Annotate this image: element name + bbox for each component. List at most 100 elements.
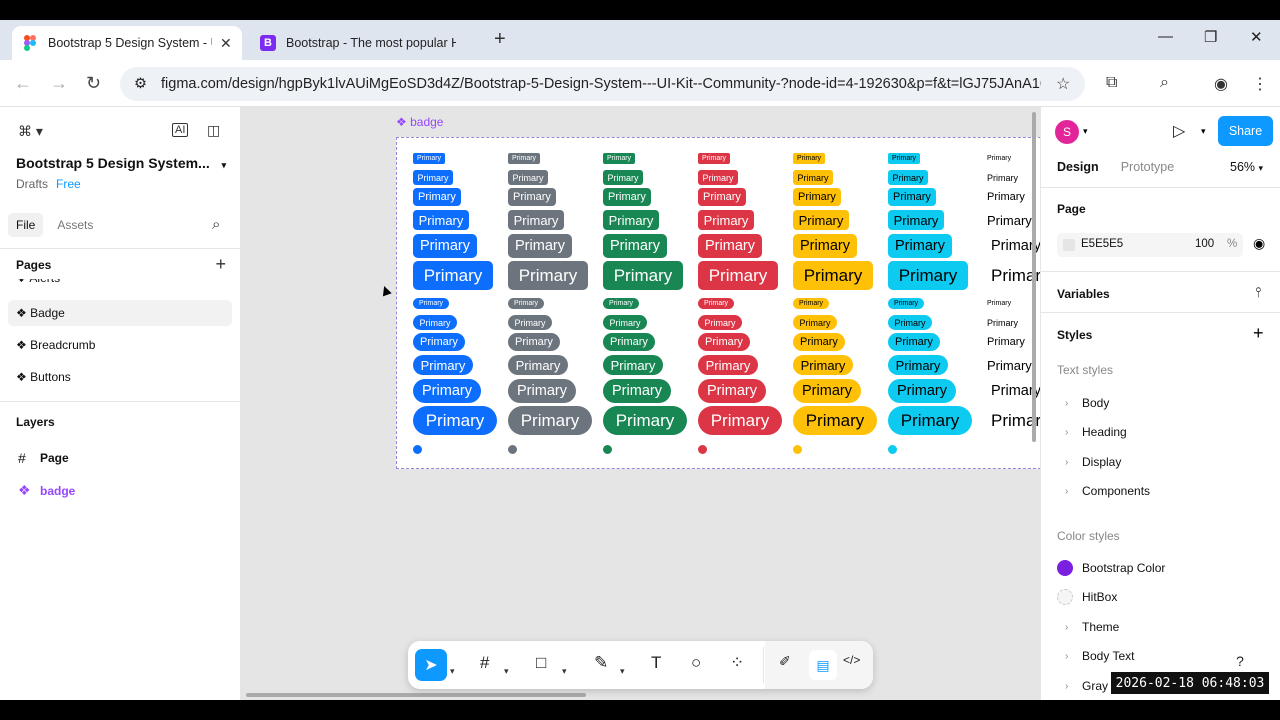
badge-primary[interactable]: Primary: [698, 261, 778, 290]
restore-icon[interactable]: ❐: [1204, 28, 1217, 46]
badge-primary[interactable]: Primary: [508, 170, 548, 185]
badge-primary[interactable]: Primary: [508, 188, 556, 206]
search-icon[interactable]: ⌕: [212, 216, 220, 233]
badge-primary[interactable]: Primary: [413, 333, 465, 351]
rectangle-icon[interactable]: □: [536, 653, 546, 673]
badge-primary[interactable]: Primary: [888, 333, 940, 351]
badge-primary[interactable]: Primary: [603, 170, 643, 185]
present-play-icon[interactable]: ▷: [1173, 121, 1185, 141]
comment-icon[interactable]: ○: [691, 653, 701, 673]
tab-design[interactable]: Design: [1057, 160, 1099, 174]
badge-primary[interactable]: Primary: [985, 188, 1033, 206]
back-icon[interactable]: ←: [14, 73, 32, 94]
project-name[interactable]: Bootstrap 5 Design System... ▾: [16, 155, 226, 171]
badge-primary[interactable]: Primary: [413, 170, 453, 185]
badge-primary[interactable]: Primary: [888, 188, 936, 206]
fill-hex[interactable]: E5E5E5: [1081, 238, 1123, 250]
badge-primary[interactable]: Primary: [413, 379, 481, 403]
badge-primary[interactable]: Primary: [888, 261, 968, 290]
badge-primary[interactable]: Primary: [413, 406, 497, 435]
badge-primary[interactable]: Primary: [413, 188, 461, 206]
page-item-buttons[interactable]: ❖ Buttons: [8, 364, 232, 390]
add-page-icon[interactable]: +: [215, 254, 226, 275]
badge-primary[interactable]: Primary: [888, 153, 920, 164]
move-icon[interactable]: ➤: [415, 649, 447, 681]
badge-primary[interactable]: Primary: [888, 298, 924, 309]
badge-primary[interactable]: Primary: [603, 406, 687, 435]
frame-icon[interactable]: #: [480, 653, 489, 673]
chevron-down-icon[interactable]: ▾: [620, 666, 625, 676]
vertical-scrollbar[interactable]: [1032, 112, 1036, 442]
share-button[interactable]: Share: [1218, 116, 1273, 146]
canvas[interactable]: ❖ badge Primary Primary Primary Primary Prim…: [241, 107, 1040, 700]
color-style-bootstrap[interactable]: Bootstrap Color: [1057, 560, 1165, 576]
new-tab-icon[interactable]: +: [494, 28, 506, 51]
badge-primary[interactable]: Primary: [413, 153, 445, 164]
badge-primary[interactable]: Primary: [603, 333, 655, 351]
ai-icon[interactable]: AI: [172, 123, 189, 137]
badge-primary[interactable]: Primary: [793, 234, 857, 258]
color-style-hitbox[interactable]: HitBox: [1057, 589, 1117, 605]
page-item-badge[interactable]: ❖ Badge: [8, 300, 232, 326]
badge-primary[interactable]: Primary: [508, 210, 564, 230]
badge-primary[interactable]: Primary: [508, 406, 592, 435]
fill-opacity[interactable]: 100: [1195, 238, 1214, 250]
layer-page[interactable]: # Page: [18, 450, 69, 466]
badge-frame[interactable]: Primary Primary Primary Primary Primary Prima…: [396, 137, 1040, 469]
toggle-sidebar-icon[interactable]: ◫: [207, 122, 220, 139]
badge-primary[interactable]: Primary: [888, 406, 972, 435]
figma-menu-icon[interactable]: ⌘ ▾: [18, 123, 43, 140]
zoom-dropdown[interactable]: 56% ▾: [1230, 160, 1263, 174]
tab-search-icon[interactable]: ⌕: [1160, 74, 1169, 92]
dev-mode-icon[interactable]: </>: [843, 653, 860, 667]
badge-primary[interactable]: Primary: [603, 315, 647, 330]
badge-primary[interactable]: Primary: [603, 298, 639, 309]
badge-primary[interactable]: Primary: [603, 355, 663, 375]
close-tab-icon[interactable]: ✕: [220, 35, 232, 52]
tab-bootstrap[interactable]: B Bootstrap - The most popular H: [250, 26, 482, 60]
badge-primary[interactable]: Primary: [413, 234, 477, 258]
badge-primary[interactable]: Primary: [985, 170, 1025, 185]
badge-primary[interactable]: Primary: [508, 355, 568, 375]
badge-primary[interactable]: Primary: [888, 355, 948, 375]
extensions-icon[interactable]: ⧉: [1106, 74, 1117, 92]
badge-primary[interactable]: Primary: [888, 379, 956, 403]
badge-primary[interactable]: Primary: [603, 210, 659, 230]
badge-primary[interactable]: Primary: [985, 153, 1017, 164]
address-bar[interactable]: ⚙ figma.com/design/hgpByk1lvAUiMgEoSD3d4…: [120, 67, 1085, 101]
bookmark-star-icon[interactable]: ☆: [1056, 74, 1070, 94]
badge-primary[interactable]: Primary: [413, 298, 449, 309]
add-style-icon[interactable]: +: [1253, 323, 1264, 344]
draw-icon[interactable]: ✐: [779, 653, 791, 670]
text-icon[interactable]: T: [651, 653, 661, 673]
badge-primary[interactable]: Primary: [413, 355, 473, 375]
badge-primary[interactable]: Primary: [793, 210, 849, 230]
badge-primary[interactable]: Primary: [793, 188, 841, 206]
badge-primary[interactable]: Primary: [793, 298, 829, 309]
badge-primary[interactable]: Primary: [698, 406, 782, 435]
badge-primary[interactable]: Primary: [793, 406, 877, 435]
text-style-display[interactable]: › Display: [1065, 455, 1121, 469]
badge-primary[interactable]: Primary: [508, 298, 544, 309]
chevron-down-icon[interactable]: ▾: [450, 666, 455, 676]
text-style-components[interactable]: › Components: [1065, 484, 1150, 498]
badge-primary[interactable]: Primary: [698, 333, 750, 351]
chevron-down-icon[interactable]: ▾: [222, 160, 227, 170]
text-style-heading[interactable]: › Heading: [1065, 425, 1127, 439]
badge-primary[interactable]: Primary: [793, 379, 861, 403]
badge-primary[interactable]: Primary: [698, 379, 766, 403]
badge-primary[interactable]: Primary: [888, 234, 952, 258]
tab-assets[interactable]: Assets: [49, 213, 101, 237]
frame-label[interactable]: ❖ badge: [396, 115, 443, 129]
badge-primary[interactable]: Primary: [698, 153, 730, 164]
reload-icon[interactable]: ↻: [86, 73, 101, 94]
color-style-body-text[interactable]: › Body Text: [1065, 649, 1134, 663]
badge-primary[interactable]: Primary: [508, 379, 576, 403]
text-style-body[interactable]: › Body: [1065, 396, 1109, 410]
badge-primary[interactable]: Primary: [793, 170, 833, 185]
badge-primary[interactable]: Primary: [985, 315, 1029, 330]
badge-primary[interactable]: Primary: [508, 261, 588, 290]
badge-primary[interactable]: Primary: [508, 234, 572, 258]
badge-primary[interactable]: Primary: [413, 210, 469, 230]
badge-primary[interactable]: Primary: [698, 170, 738, 185]
